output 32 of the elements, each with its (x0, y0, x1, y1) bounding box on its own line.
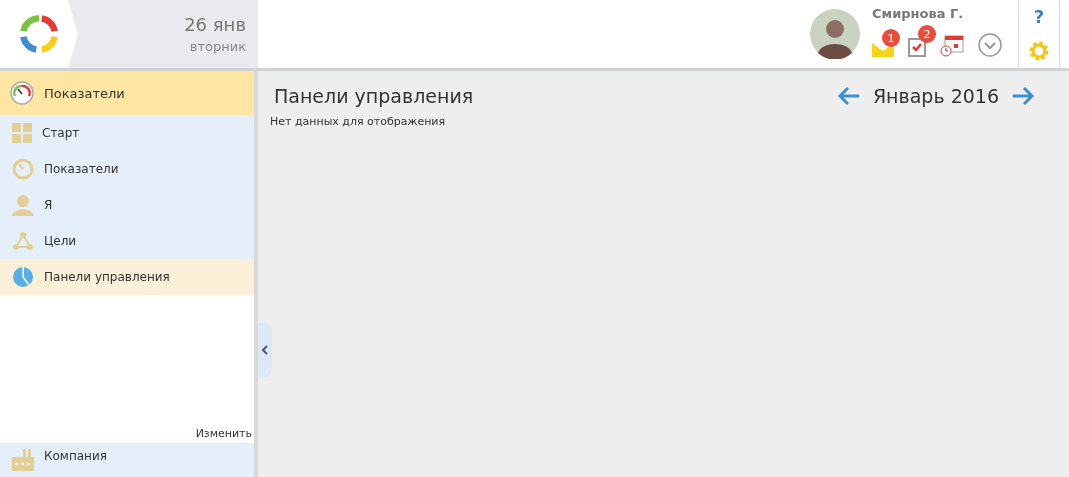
gauge-icon (10, 81, 34, 105)
network-icon (12, 231, 34, 251)
arrow-right-icon[interactable] (1011, 86, 1035, 106)
calendar-clock-icon[interactable] (940, 35, 964, 57)
page-title: Панели управления (274, 85, 474, 107)
chevron-down-icon[interactable] (978, 33, 1002, 57)
date-text: 26 янв (184, 14, 246, 35)
sidebar-item[interactable]: Я (0, 187, 254, 223)
notification-badge: 2 (918, 25, 936, 43)
avatar-icon[interactable] (810, 9, 860, 59)
help-button[interactable]: ? (1033, 6, 1045, 28)
arrow-left-icon[interactable] (836, 86, 861, 106)
grid-icon (12, 123, 32, 143)
gauge-icon (12, 158, 34, 180)
pie-chart-icon (12, 266, 34, 288)
collapse-handle[interactable] (258, 323, 272, 377)
sidebar-item[interactable]: Панели управления (0, 259, 254, 295)
empty-message: Нет данных для отображения (270, 115, 447, 128)
weekday-text: вторник (189, 39, 246, 54)
clipboard-check-icon[interactable] (908, 37, 926, 57)
sidebar-item[interactable]: Цели (0, 223, 254, 259)
person-icon (12, 194, 34, 216)
envelope-icon[interactable] (872, 41, 894, 57)
edit-link[interactable]: Изменить (193, 425, 254, 443)
user-name[interactable]: Смирнова Г. (872, 6, 1018, 21)
factory-icon (12, 449, 34, 471)
sidebar-section[interactable]: Показатели (0, 71, 254, 115)
period-label: Январь 2016 (872, 85, 999, 107)
notification-badge: 1 (882, 29, 900, 47)
sidebar-item[interactable]: Старт (0, 115, 254, 151)
sidebar-item[interactable]: Показатели (0, 151, 254, 187)
sidebar-section[interactable]: Компания (0, 443, 254, 477)
